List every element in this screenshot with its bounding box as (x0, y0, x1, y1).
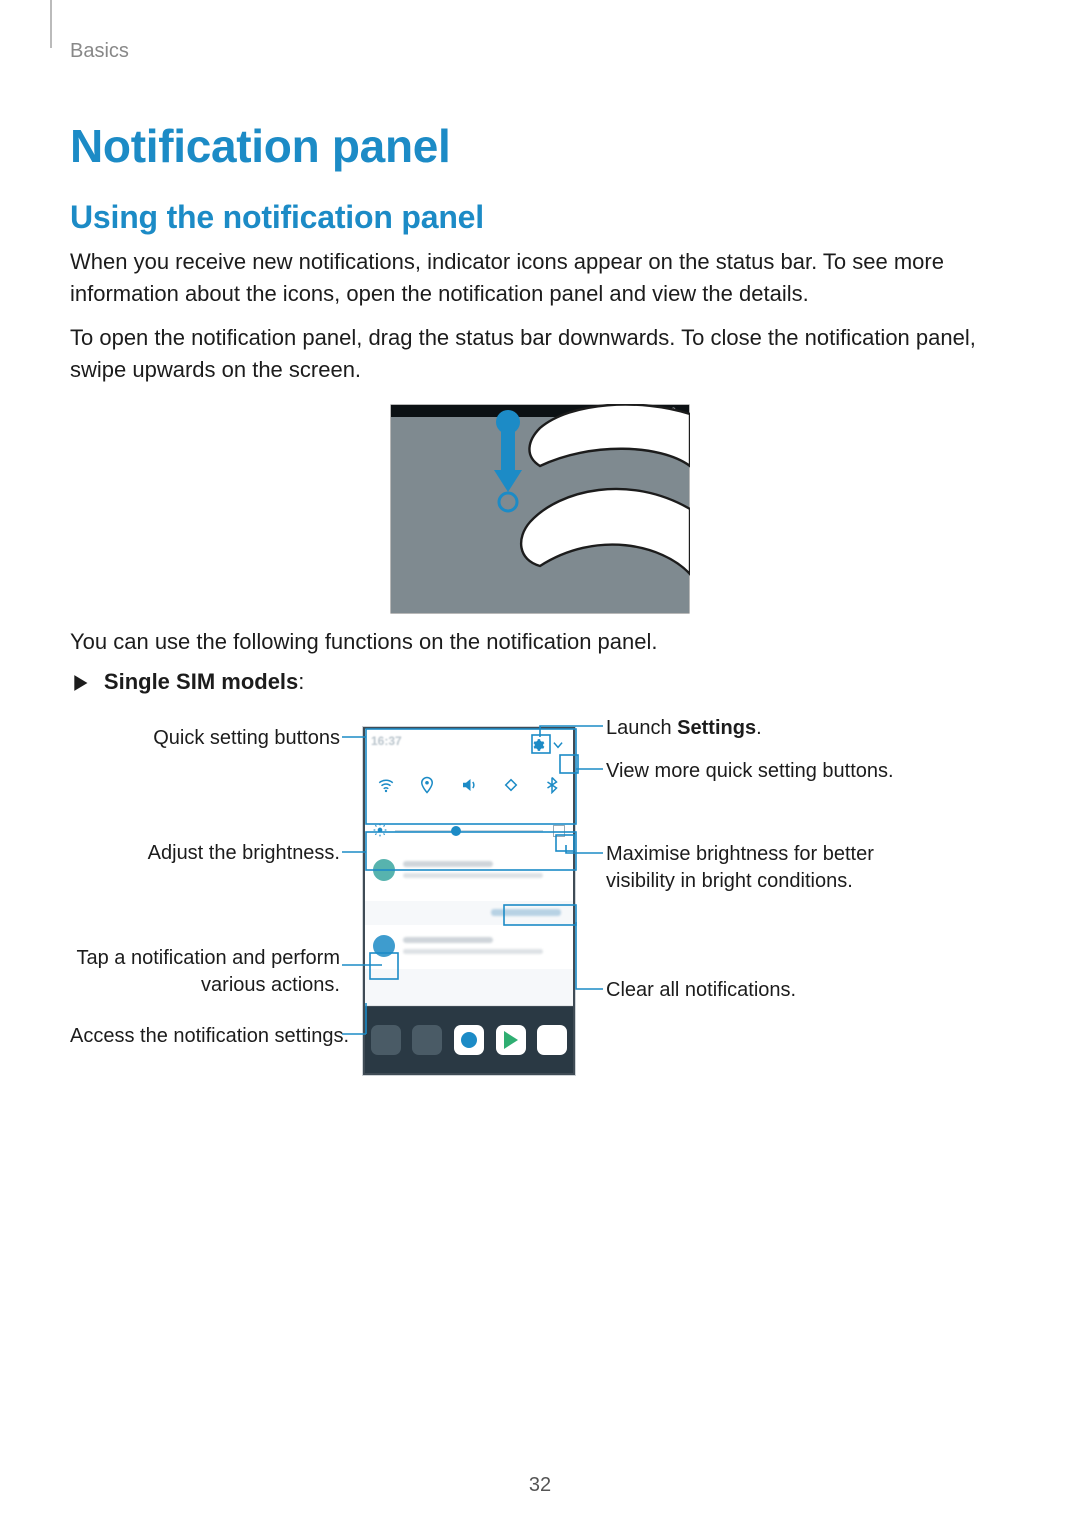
callout-view-more-qs: View more quick setting buttons. (606, 758, 894, 785)
panel-header-row: 16:37 (365, 729, 573, 758)
bluetooth-icon (542, 775, 562, 795)
callout-clear-all: Clear all notifications. (606, 977, 796, 1004)
gear-icon (531, 738, 545, 752)
callout-adjust-brightness: Adjust the brightness. (70, 840, 340, 867)
header-rule (50, 0, 52, 48)
apps-grid-icon (537, 1025, 567, 1055)
outdoor-checkbox (553, 825, 565, 837)
chevron-down-icon (551, 738, 565, 752)
dock-app-icon (412, 1025, 442, 1055)
brightness-slider (395, 830, 543, 832)
dock-bar (365, 1007, 573, 1073)
paragraph: When you receive new notifications, indi… (70, 246, 1010, 310)
callout-tap-notification: Tap a notification and perform various a… (70, 945, 340, 999)
annotated-diagram: Quick setting buttons Adjust the brightn… (70, 707, 1010, 1087)
play-store-icon (496, 1025, 526, 1055)
brightness-icon (373, 823, 387, 840)
rotate-icon (501, 775, 521, 795)
callout-max-brightness: Maximise brightness for better visibilit… (606, 841, 916, 895)
triangle-bullet-icon: ► (70, 667, 92, 698)
breadcrumb: Basics (70, 40, 1010, 63)
location-icon (417, 775, 437, 795)
notification-app-icon (373, 935, 395, 957)
callout-launch-settings: Launch Settings. (606, 715, 762, 742)
callout-access-notif-settings: Access the notification settings. (70, 1023, 340, 1050)
paragraph: You can use the following functions on t… (70, 626, 1010, 658)
camera-icon (454, 1025, 484, 1055)
notification-card (365, 849, 573, 902)
wifi-icon (376, 775, 396, 795)
callout-quick-setting-buttons: Quick setting buttons (70, 725, 340, 752)
page-title: Notification panel (70, 119, 1010, 173)
page-number: 32 (0, 1474, 1080, 1497)
notification-app-icon (373, 859, 395, 881)
sound-icon (459, 775, 479, 795)
model-heading-colon: : (298, 669, 304, 694)
dock-app-icon (371, 1025, 401, 1055)
notification-card (365, 925, 573, 970)
notification-panel-screenshot: 16:37 (362, 726, 576, 1076)
panel-gap (365, 969, 573, 1006)
clear-row (365, 901, 573, 926)
model-heading-label: Single SIM models (104, 669, 298, 694)
brightness-row (365, 813, 573, 850)
section-title: Using the notification panel (70, 199, 1010, 236)
gesture-illustration: 10:00 (390, 404, 690, 614)
quick-settings-row (365, 757, 573, 814)
paragraph: To open the notification panel, drag the… (70, 322, 1010, 386)
model-heading: ► Single SIM models: (70, 669, 1010, 695)
